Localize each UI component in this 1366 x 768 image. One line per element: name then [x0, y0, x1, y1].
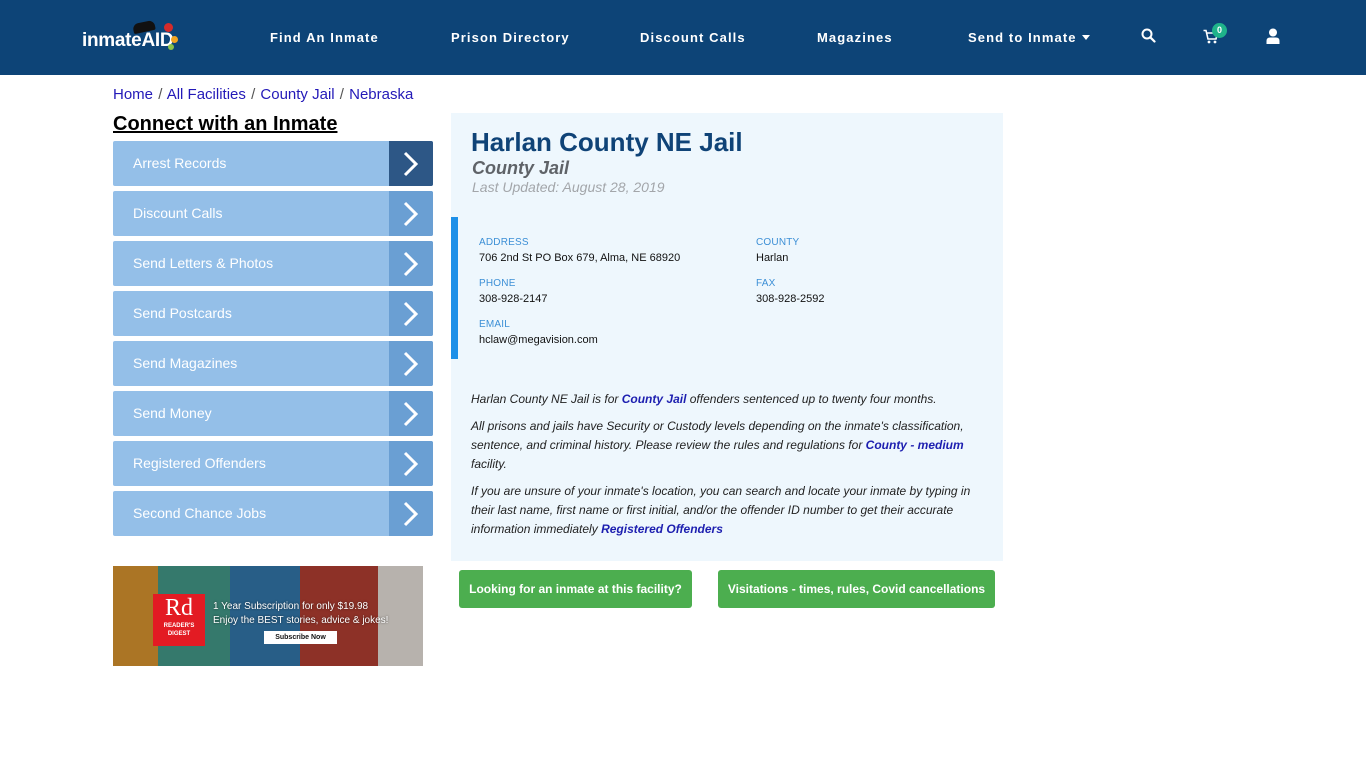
address-field: ADDRESS 706 2nd St PO Box 679, Alma, NE … [479, 237, 680, 264]
breadcrumb-separator: / [158, 86, 163, 103]
chevron-right-icon [389, 141, 433, 186]
registered-offenders-link[interactable]: Registered Offenders [601, 522, 723, 536]
sidebar-item-label: Discount Calls [133, 205, 223, 221]
description-text: Harlan County NE Jail is for [471, 392, 622, 406]
sidebar-item-label: Send Money [133, 405, 212, 421]
breadcrumb-separator: / [339, 86, 344, 103]
sidebar-menu: Arrest Records Discount Calls Send Lette… [113, 141, 433, 541]
sidebar-item-arrest-records[interactable]: Arrest Records [113, 141, 433, 186]
chevron-right-icon [389, 291, 433, 336]
description-paragraph: If you are unsure of your inmate's locat… [471, 482, 981, 539]
subscribe-now-button[interactable]: Subscribe Now [264, 631, 337, 644]
nav-prison-directory[interactable]: Prison Directory [451, 30, 570, 45]
sidebar-item-send-magazines[interactable]: Send Magazines [113, 341, 433, 386]
facility-panel: Harlan County NE Jail County Jail Last U… [451, 113, 1003, 561]
last-updated: Last Updated: August 28, 2019 [472, 179, 665, 195]
breadcrumb-home[interactable]: Home [113, 86, 153, 103]
county-medium-link[interactable]: County - medium [866, 438, 964, 452]
breadcrumb: Home / All Facilities / County Jail / Ne… [113, 86, 413, 103]
sidebar-item-label: Send Letters & Photos [133, 255, 274, 271]
fax-label: FAX [756, 278, 776, 289]
address-label: ADDRESS [479, 237, 529, 248]
county-label: COUNTY [756, 237, 800, 248]
sidebar-item-label: Arrest Records [133, 155, 227, 171]
fax-field: FAX 308-928-2592 [756, 278, 825, 305]
rd-logo-text: Rd [164, 595, 193, 621]
apple-icon [164, 23, 173, 32]
readers-digest-ad-banner[interactable]: Rd READER'S DIGEST 1 Year Subscription f… [113, 566, 423, 666]
readers-digest-logo: Rd READER'S DIGEST [153, 594, 205, 646]
logo-text-main: inmate [82, 30, 142, 51]
breadcrumb-all-facilities[interactable]: All Facilities [167, 86, 246, 103]
email-label: EMAIL [479, 319, 511, 330]
county-field: COUNTY Harlan [756, 237, 799, 264]
facility-description: Harlan County NE Jail is for County Jail… [471, 390, 981, 547]
nav-send-to-inmate-label: Send to Inmate [968, 30, 1077, 45]
sidebar-title[interactable]: Connect with an Inmate [113, 113, 337, 136]
chevron-right-icon [389, 341, 433, 386]
description-paragraph: All prisons and jails have Security or C… [471, 417, 981, 474]
sidebar-item-label: Send Postcards [133, 305, 232, 321]
nav-find-an-inmate[interactable]: Find An Inmate [270, 30, 379, 45]
sidebar-item-send-money[interactable]: Send Money [113, 391, 433, 436]
fax-value: 308-928-2592 [756, 293, 825, 305]
sidebar-item-send-letters-photos[interactable]: Send Letters & Photos [113, 241, 433, 286]
looking-for-inmate-button[interactable]: Looking for an inmate at this facility? [459, 570, 692, 608]
county-jail-link[interactable]: County Jail [622, 392, 687, 406]
phone-field: PHONE 308-928-2147 [479, 278, 548, 305]
ad-headline: 1 Year Subscription for only $19.98 [213, 601, 369, 612]
facility-name: Harlan County NE Jail [471, 127, 743, 157]
chevron-right-icon [389, 391, 433, 436]
chevron-right-icon [389, 241, 433, 286]
nav-magazines[interactable]: Magazines [817, 30, 893, 45]
breadcrumb-county-jail[interactable]: County Jail [260, 86, 334, 103]
logo-text: inmateAID [82, 30, 174, 52]
navbar: inmateAID Find An Inmate Prison Director… [0, 0, 1366, 75]
decorative-dot-icon [171, 36, 178, 43]
sidebar-item-send-postcards[interactable]: Send Postcards [113, 291, 433, 336]
sidebar-item-label: Registered Offenders [133, 455, 266, 471]
county-value: Harlan [756, 252, 789, 264]
rd-logo-subtext: READER'S [163, 623, 195, 629]
breadcrumb-nebraska[interactable]: Nebraska [349, 86, 413, 103]
cart-count-badge: 0 [1212, 23, 1227, 38]
description-text: offenders sentenced up to twenty four mo… [686, 392, 937, 406]
caret-down-icon [1081, 35, 1090, 41]
decorative-dot-icon [168, 44, 174, 50]
logo[interactable]: inmateAID [82, 19, 182, 54]
contact-info-box: ADDRESS 706 2nd St PO Box 679, Alma, NE … [451, 217, 1003, 359]
email-field: EMAIL hclaw@megavision.com [479, 319, 598, 346]
nav-discount-calls[interactable]: Discount Calls [640, 30, 746, 45]
chevron-right-icon [389, 191, 433, 236]
sidebar-item-second-chance-jobs[interactable]: Second Chance Jobs [113, 491, 433, 536]
sidebar-item-discount-calls[interactable]: Discount Calls [113, 191, 433, 236]
facility-type: County Jail [472, 158, 570, 178]
description-paragraph: Harlan County NE Jail is for County Jail… [471, 390, 981, 409]
user-icon[interactable] [1266, 28, 1280, 49]
address-value: 706 2nd St PO Box 679, Alma, NE 68920 [479, 252, 681, 264]
nav-send-to-inmate[interactable]: Send to Inmate [968, 30, 1090, 45]
breadcrumb-separator: / [251, 86, 256, 103]
email-value[interactable]: hclaw@megavision.com [479, 334, 598, 346]
chevron-right-icon [389, 441, 433, 486]
sidebar-item-label: Send Magazines [133, 355, 238, 371]
sidebar-item-label: Second Chance Jobs [133, 505, 267, 521]
visitations-button[interactable]: Visitations - times, rules, Covid cancel… [718, 570, 995, 608]
search-icon[interactable] [1141, 28, 1156, 48]
chevron-right-icon [389, 491, 433, 536]
description-text: facility. [471, 457, 507, 471]
phone-value[interactable]: 308-928-2147 [479, 293, 548, 305]
rd-logo-subtext: DIGEST [167, 631, 191, 637]
ad-tagline: Enjoy the BEST stories, advice & jokes! [213, 615, 389, 626]
sidebar-item-registered-offenders[interactable]: Registered Offenders [113, 441, 433, 486]
phone-label: PHONE [479, 278, 516, 289]
